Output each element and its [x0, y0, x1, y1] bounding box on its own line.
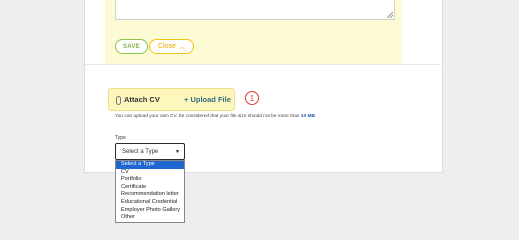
dropdown-arrow-icon: ▼ [175, 149, 180, 155]
chevron-up-icon: ︿ [178, 45, 185, 51]
attach-cv-title: Attach CV [124, 95, 160, 104]
upload-note-text: You can upload your own CV, be considere… [115, 114, 300, 119]
attach-cv-box: Attach CV + Upload File [108, 88, 235, 111]
type-option[interactable]: Recommendation letter [116, 191, 184, 199]
type-option[interactable]: Educational Credential [116, 199, 184, 207]
comment-textarea[interactable] [115, 0, 395, 20]
section-divider [84, 64, 441, 65]
type-option[interactable]: Portfolio [116, 176, 184, 184]
type-select[interactable]: Select a Type ▼ [115, 143, 185, 160]
resize-grip-icon[interactable] [387, 12, 393, 18]
close-button[interactable]: Close ︿ [149, 39, 194, 54]
upload-note-size: 10 MB [300, 114, 315, 119]
type-option[interactable]: Employer Photo Gallery [116, 207, 184, 215]
type-select-value: Select a Type [122, 148, 159, 155]
save-button[interactable]: SAVE [115, 39, 148, 54]
type-option[interactable]: Certificate [116, 184, 184, 192]
step-marker: 1 [245, 91, 259, 105]
type-label: Type [115, 135, 126, 141]
upload-file-button[interactable]: + Upload File [184, 95, 231, 104]
close-button-label: Close [158, 43, 176, 50]
paperclip-icon [116, 96, 121, 105]
type-option[interactable]: Select a Type [116, 161, 184, 169]
type-option[interactable]: CV [116, 169, 184, 177]
upload-note: You can upload your own CV, be considere… [115, 114, 315, 119]
type-dropdown-list: Select a Type CV Portfolio Certificate R… [115, 160, 185, 223]
type-option[interactable]: Other [116, 214, 184, 222]
